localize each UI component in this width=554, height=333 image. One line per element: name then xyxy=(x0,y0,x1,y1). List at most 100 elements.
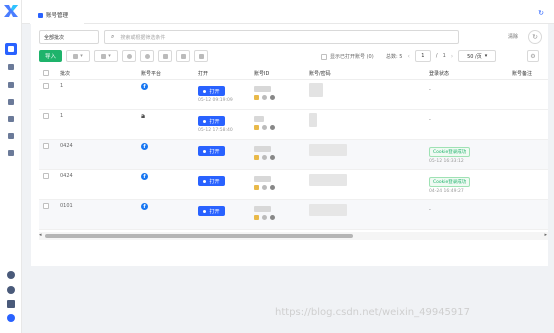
sidebar-item-window[interactable] xyxy=(5,147,17,159)
message-icon[interactable] xyxy=(7,300,15,308)
prev-page-icon[interactable]: ‹ xyxy=(407,53,409,60)
server-icon xyxy=(8,99,14,105)
info-icon[interactable] xyxy=(270,215,275,220)
login-status-cell: Cookie登录成功 05-12 16:33:12 xyxy=(429,147,471,164)
chevron-down-icon: ▾ xyxy=(80,53,83,59)
content-card: 全部批次 ⌕ 搜索或根据筛选条件 清除 ↻ 导入 ▾ ▾ 显示已打开账号 (0)… xyxy=(31,24,548,266)
info-icon[interactable] xyxy=(270,155,275,160)
sidebar-item-files[interactable] xyxy=(5,130,17,142)
info-icon[interactable] xyxy=(270,125,275,130)
row-checkbox[interactable] xyxy=(43,113,49,119)
list-action-dropdown[interactable]: ▾ xyxy=(94,50,119,62)
dot-icon xyxy=(203,149,207,153)
sidebar-item-export[interactable] xyxy=(5,113,17,125)
row-checkbox[interactable] xyxy=(43,203,49,209)
copy-icon[interactable] xyxy=(262,155,267,160)
account-actions xyxy=(254,125,275,130)
document-icon xyxy=(8,82,14,88)
chevron-down-icon: ▾ xyxy=(108,53,111,59)
page-input[interactable]: 1 xyxy=(414,50,431,62)
account-id-cell xyxy=(254,86,275,100)
open-label: 打开 xyxy=(209,88,220,95)
download-button[interactable] xyxy=(158,50,173,62)
moon-icon[interactable] xyxy=(7,286,15,294)
table-row[interactable]: 0424 f 打开 Cookie登录成功 05-12 16:33:12 xyxy=(39,140,548,170)
table-row[interactable]: 0101 f 打开 - xyxy=(39,200,548,230)
accounts-table: 批次 账号平台 打开 账号ID 账号/密码 登录状态 账号备注 1 f 打开 0… xyxy=(39,66,548,230)
help-icon[interactable] xyxy=(7,271,15,279)
show-opened-checkbox[interactable]: 显示已打开账号 (0) xyxy=(321,53,374,60)
sidebar-item-accounts[interactable] xyxy=(5,43,17,55)
copy-icon[interactable] xyxy=(262,95,267,100)
open-button[interactable]: 打开 xyxy=(198,86,225,96)
user-avatar-icon[interactable] xyxy=(7,314,15,322)
refresh-button[interactable]: ↻ xyxy=(528,30,542,44)
key-icon[interactable] xyxy=(254,155,259,160)
grid-icon xyxy=(73,53,79,59)
scroll-left-icon[interactable]: ◂ xyxy=(39,232,42,238)
archive-button[interactable] xyxy=(194,50,209,62)
table-header: 批次 账号平台 打开 账号ID 账号/密码 登录状态 账号备注 xyxy=(39,66,548,80)
delete-button[interactable] xyxy=(176,50,191,62)
tab-account-management[interactable]: 账号管理 xyxy=(30,6,85,24)
search-input[interactable]: ⌕ 搜索或根据筛选条件 xyxy=(104,30,459,44)
app-logo xyxy=(4,5,18,17)
import-button[interactable]: 导入 xyxy=(39,50,63,62)
info-icon[interactable] xyxy=(270,185,275,190)
checkbox[interactable] xyxy=(321,53,327,60)
row-batch: 0101 xyxy=(60,203,73,209)
sidebar-item-folder[interactable] xyxy=(5,61,17,73)
next-page-icon[interactable]: › xyxy=(451,53,453,60)
dot-icon xyxy=(203,209,207,213)
header-batch: 批次 xyxy=(60,71,71,77)
open-time: 05-12 09:19:09 xyxy=(198,98,233,103)
key-icon[interactable] xyxy=(254,95,259,100)
copy-icon[interactable] xyxy=(262,125,267,130)
tab-icon xyxy=(38,12,43,18)
redacted-account-id xyxy=(254,176,271,182)
open-cell: 打开 05-12 09:19:09 xyxy=(198,86,233,103)
row-checkbox[interactable] xyxy=(43,173,49,179)
select-all-checkbox[interactable] xyxy=(43,70,49,76)
table-row[interactable]: 0424 f 打开 Cookie登录成功 04-24 16:49:27 xyxy=(39,170,548,200)
proxy-button[interactable] xyxy=(122,50,137,62)
redacted-password xyxy=(309,144,347,156)
toolbar: 导入 ▾ ▾ xyxy=(39,50,209,62)
sidebar-item-server[interactable] xyxy=(5,96,17,108)
column-settings-button[interactable]: ⚙ xyxy=(527,50,539,62)
header-platform: 账号平台 xyxy=(141,71,162,77)
copy-icon[interactable] xyxy=(262,185,267,190)
clear-button[interactable]: 清除 xyxy=(508,33,518,40)
info-icon[interactable] xyxy=(270,95,275,100)
copy-icon[interactable] xyxy=(262,215,267,220)
table-row[interactable]: 1 a 打开 05-12 17:58:40 - xyxy=(39,110,548,140)
open-button[interactable]: 打开 xyxy=(198,206,225,216)
key-icon[interactable] xyxy=(254,125,259,130)
open-button[interactable]: 打开 xyxy=(198,176,225,186)
scrollbar-thumb[interactable] xyxy=(45,234,353,238)
settings-gear-button[interactable] xyxy=(140,50,155,62)
redacted-account-id xyxy=(254,116,264,122)
sidebar-item-document[interactable] xyxy=(5,79,17,91)
open-cell: 打开 xyxy=(198,176,225,186)
row-checkbox[interactable] xyxy=(43,143,49,149)
row-checkbox[interactable] xyxy=(43,83,49,89)
header-account-id: 账号ID xyxy=(254,71,270,77)
open-time: 05-12 17:58:40 xyxy=(198,128,233,133)
table-row[interactable]: 1 f 打开 05-12 09:19:09 - xyxy=(39,80,548,110)
batch-action-dropdown[interactable]: ▾ xyxy=(66,50,91,62)
horizontal-scrollbar[interactable]: ◂ ▸ xyxy=(39,232,548,240)
batch-filter-select[interactable]: 全部批次 xyxy=(39,30,99,44)
reload-icon[interactable]: ↻ xyxy=(538,9,544,17)
scroll-right-icon[interactable]: ▸ xyxy=(544,232,547,238)
open-button[interactable]: 打开 xyxy=(198,146,225,156)
open-button[interactable]: 打开 xyxy=(198,116,225,126)
page-size-value: 50 /页 xyxy=(467,53,482,60)
key-icon[interactable] xyxy=(254,215,259,220)
page-size-select[interactable]: 50 /页 ▾ xyxy=(458,50,497,62)
folder-icon xyxy=(8,64,14,70)
header-login-status: 登录状态 xyxy=(429,71,450,77)
login-status-cell: Cookie登录成功 04-24 16:49:27 xyxy=(429,177,471,194)
redacted-password xyxy=(309,83,323,97)
key-icon[interactable] xyxy=(254,185,259,190)
